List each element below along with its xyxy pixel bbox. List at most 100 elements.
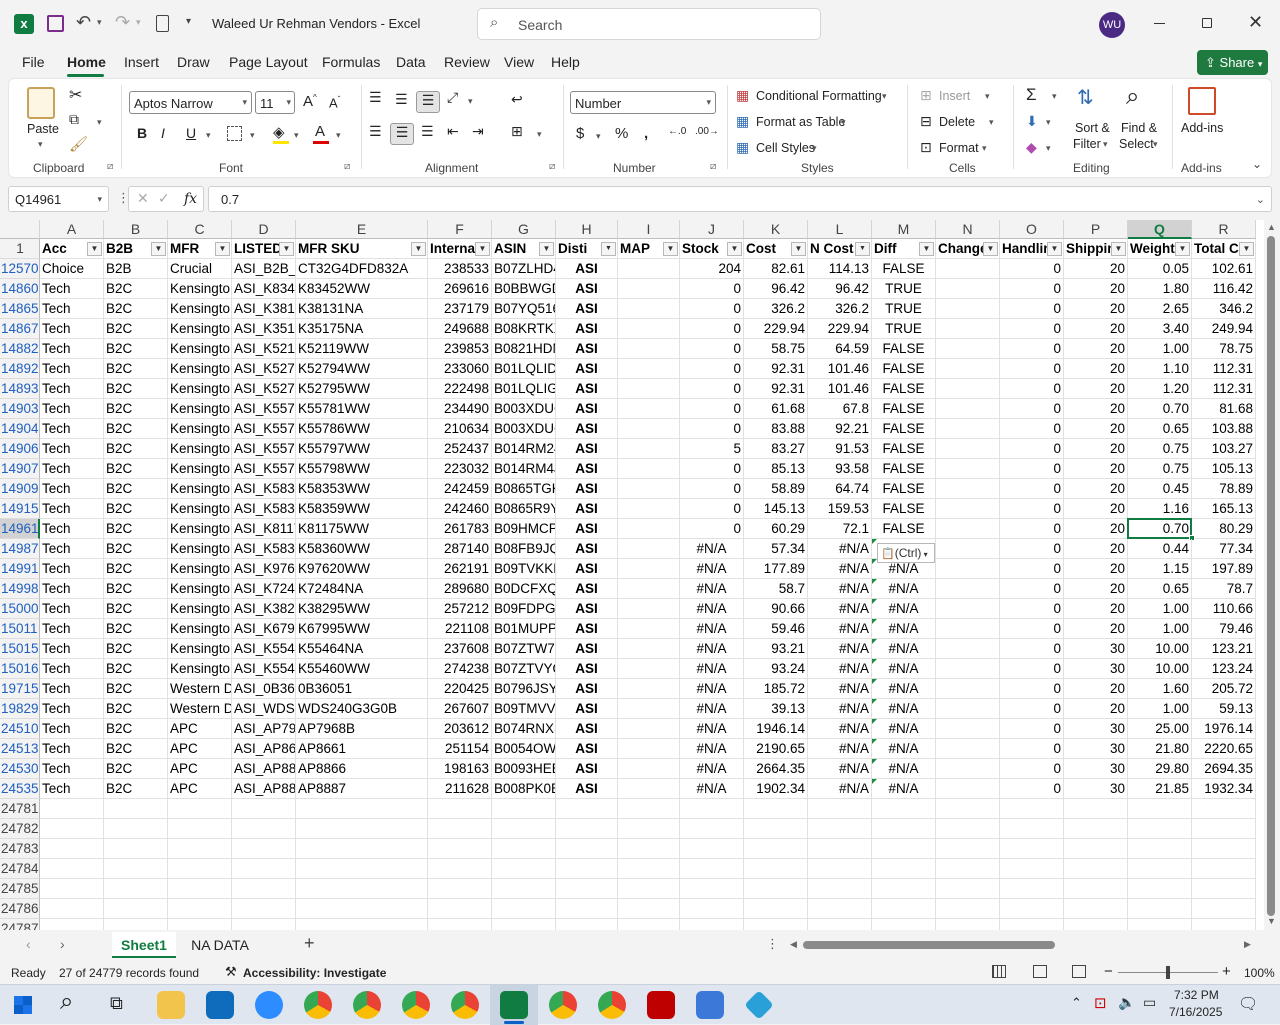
cell[interactable] [492, 839, 556, 859]
cell[interactable] [618, 439, 680, 459]
cell[interactable]: #N/A [808, 619, 872, 639]
cell[interactable] [936, 799, 1000, 819]
addins-icon[interactable] [1188, 87, 1216, 115]
cell[interactable]: 0 [680, 459, 744, 479]
conditional-formatting-icon[interactable]: ▦ [736, 87, 749, 104]
cell[interactable] [40, 919, 104, 930]
cell[interactable] [104, 819, 168, 839]
cell[interactable]: 287140 [428, 539, 492, 559]
cell[interactable] [936, 439, 1000, 459]
redo-icon[interactable]: ↷ [115, 12, 130, 33]
cell[interactable] [936, 479, 1000, 499]
cell[interactable] [1192, 879, 1256, 899]
formula-input[interactable]: 0.7 ⌄ [208, 186, 1272, 212]
cell[interactable]: Kensingto [168, 639, 232, 659]
cell[interactable]: 81.68 [1192, 399, 1256, 419]
cell[interactable]: 0 [1000, 319, 1064, 339]
cell[interactable]: APC [168, 759, 232, 779]
cell[interactable]: Kensingto [168, 659, 232, 679]
scroll-left-icon[interactable]: ◀ [790, 939, 797, 950]
paste-options-button[interactable]: 📋(Ctrl) ▾ [877, 543, 935, 563]
cell[interactable]: 229.94 [744, 319, 808, 339]
cell[interactable]: 0 [680, 399, 744, 419]
cell[interactable]: 85.13 [744, 459, 808, 479]
percent-icon[interactable]: % [615, 125, 628, 142]
increase-indent-icon[interactable]: ⇥ [472, 123, 484, 140]
italic-icon[interactable]: I [161, 125, 165, 141]
cell[interactable]: 229.94 [808, 319, 872, 339]
cell[interactable]: 92.21 [808, 419, 872, 439]
cell[interactable]: 0 [1000, 599, 1064, 619]
cell[interactable]: B2B [104, 259, 168, 279]
cell[interactable]: 165.13 [1192, 499, 1256, 519]
cell[interactable]: K55798WW [296, 459, 428, 479]
cell[interactable] [296, 799, 428, 819]
cell[interactable]: #N/A [872, 679, 936, 699]
clear-dropdown-icon[interactable]: ▾ [1046, 143, 1051, 154]
format-cells-icon[interactable]: ⊡ [920, 139, 932, 156]
cell[interactable]: #N/A [680, 739, 744, 759]
zoom-out-icon[interactable]: − [1104, 963, 1113, 980]
cell[interactable]: 1.60 [1128, 679, 1192, 699]
column-header-j[interactable]: J [680, 220, 744, 239]
cell[interactable]: Kensingto [168, 579, 232, 599]
cell[interactable] [1192, 919, 1256, 930]
cell[interactable]: 0 [1000, 399, 1064, 419]
cell[interactable]: 289680 [428, 579, 492, 599]
tab-file[interactable]: File [22, 54, 45, 70]
cell[interactable]: B0DCFXQ [492, 579, 556, 599]
cell[interactable]: B2C [104, 479, 168, 499]
cell[interactable]: 0.75 [1128, 459, 1192, 479]
tab-page-layout[interactable]: Page Layout [229, 54, 308, 70]
cell[interactable] [936, 419, 1000, 439]
cell[interactable]: B2C [104, 399, 168, 419]
cell[interactable]: Tech [40, 399, 104, 419]
cell[interactable] [232, 879, 296, 899]
fill-dd-icon[interactable]: ▾ [1046, 117, 1051, 128]
format-cells-button[interactable]: Format [939, 141, 979, 155]
row-header[interactable]: 14987 [0, 539, 40, 559]
cell[interactable] [808, 919, 872, 930]
cell[interactable]: AP8887 [296, 779, 428, 799]
cell[interactable]: Kensingto [168, 439, 232, 459]
vertical-scroll-thumb[interactable] [1267, 236, 1275, 916]
cell[interactable] [492, 899, 556, 919]
cell[interactable] [680, 839, 744, 859]
cell-styles-icon[interactable]: ▦ [736, 139, 749, 156]
fill-icon[interactable]: ⬇ [1026, 113, 1038, 130]
cell[interactable] [744, 919, 808, 930]
cell[interactable]: 2.65 [1128, 299, 1192, 319]
cell[interactable]: Kensingto [168, 459, 232, 479]
cell[interactable] [618, 279, 680, 299]
cell[interactable]: 0 [680, 319, 744, 339]
column-header-p[interactable]: P [1064, 220, 1128, 239]
cell[interactable] [936, 359, 1000, 379]
restore-icon[interactable] [1202, 18, 1212, 28]
cell[interactable] [618, 319, 680, 339]
cell[interactable] [936, 919, 1000, 930]
underline-icon[interactable]: U [186, 125, 196, 141]
cell[interactable]: #N/A [680, 719, 744, 739]
format-table-dropdown-icon[interactable]: ▾ [841, 117, 846, 128]
cell[interactable]: 274238 [428, 659, 492, 679]
cell[interactable] [1192, 899, 1256, 919]
cell[interactable]: ASI [556, 279, 618, 299]
cell[interactable]: Kensingto [168, 299, 232, 319]
cell[interactable]: FALSE [872, 479, 936, 499]
cell[interactable]: K83452WW [296, 279, 428, 299]
cell[interactable]: B01LQLID7 [492, 359, 556, 379]
cell[interactable]: 20 [1064, 279, 1128, 299]
column-header-d[interactable]: D [232, 220, 296, 239]
cell[interactable]: 0 [1000, 379, 1064, 399]
cell[interactable]: TRUE [872, 279, 936, 299]
spreadsheet-grid[interactable]: A B C D E F G H I J K L M N O P Q R 1 Acc ▼ B2B ▼ MFR ▼ LISTED ▼ MF… [0, 220, 1264, 930]
cell[interactable]: FALSE [872, 439, 936, 459]
minimize-icon[interactable] [1154, 23, 1165, 24]
cell[interactable]: 0 [1000, 439, 1064, 459]
cell[interactable]: ASI [556, 259, 618, 279]
sort-dropdown-icon[interactable]: ▾ [1103, 139, 1108, 150]
cell[interactable]: ASI_AP796 [232, 719, 296, 739]
cell[interactable] [936, 659, 1000, 679]
cell[interactable]: Kensingto [168, 479, 232, 499]
cell[interactable]: 30 [1064, 719, 1128, 739]
